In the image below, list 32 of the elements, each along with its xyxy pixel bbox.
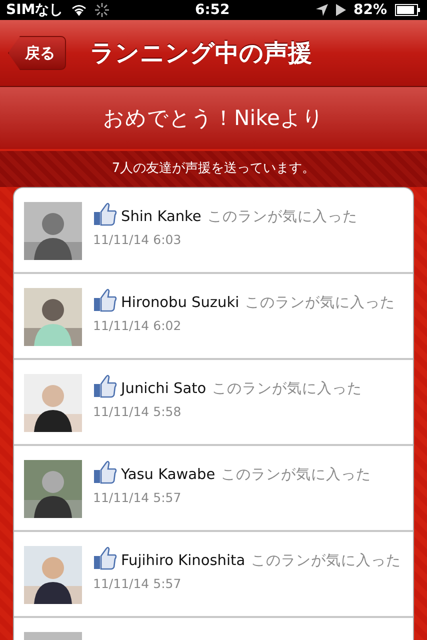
header-title: おめでとう！Nikeより xyxy=(103,105,324,132)
thumbs-up-icon xyxy=(93,374,117,398)
cheer-date: 11/11/14 5:57 xyxy=(93,490,182,505)
carrier-label: SIMなし xyxy=(6,1,64,19)
play-icon xyxy=(336,4,346,16)
friend-name: Fujihiro Kinoshita xyxy=(121,553,246,569)
location-icon xyxy=(316,4,328,16)
cheer-comment: このランが気に入った xyxy=(221,467,372,483)
back-button[interactable]: 戻る xyxy=(8,36,66,70)
cheer-date: 11/11/14 5:57 xyxy=(93,576,182,591)
friend-name: Yasu Kawabe xyxy=(121,467,216,483)
thumbs-up-icon xyxy=(93,202,117,226)
friend-name: Shin Kanke xyxy=(121,209,202,225)
cheer-date: 11/11/14 6:02 xyxy=(93,318,182,333)
cheer-comment: このランが気に入った xyxy=(207,209,358,225)
clock: 6:52 xyxy=(194,2,230,18)
friend-name: Junichi Sato xyxy=(121,381,206,397)
thumbs-up-icon xyxy=(93,546,117,570)
battery-icon xyxy=(395,4,422,16)
spinner-icon xyxy=(95,3,110,17)
thumbs-up-icon xyxy=(93,288,117,312)
subtitle: 7人の友達が声援を送っています。 xyxy=(112,161,316,176)
battery-percent: 82% xyxy=(354,2,388,18)
cheer-comment: このランが気に入った xyxy=(251,553,402,569)
thumbs-up-icon xyxy=(93,460,117,484)
cheer-date: 11/11/14 6:03 xyxy=(93,232,182,247)
cheer-comment: このランが気に入った xyxy=(245,295,396,311)
wifi-icon xyxy=(71,4,88,16)
friend-name: Hironobu Suzuki xyxy=(121,295,240,311)
cheer-comment: このランが気に入った xyxy=(212,381,362,397)
nav-title: ランニング中の声援 xyxy=(90,38,312,69)
cheer-date: 11/11/14 5:58 xyxy=(93,404,182,419)
